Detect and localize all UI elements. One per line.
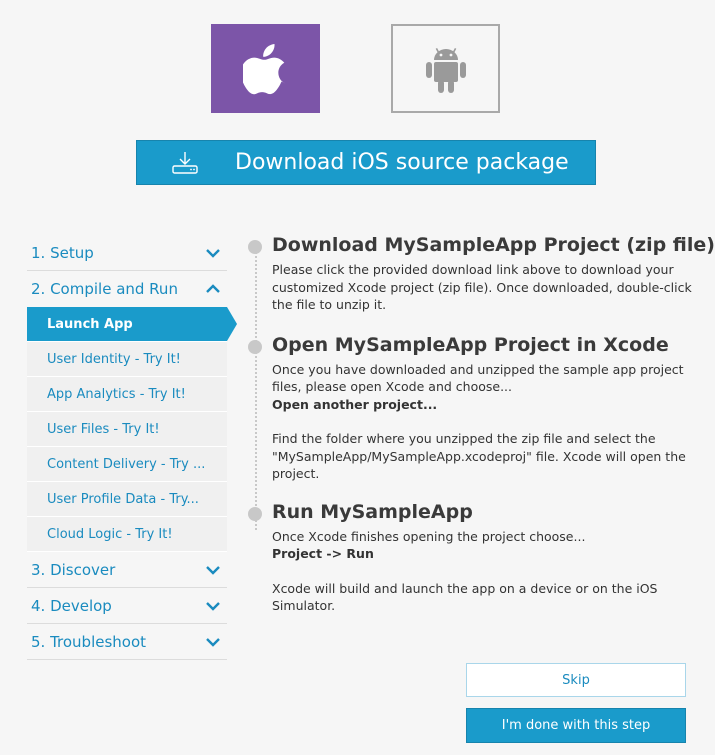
nav-section-compile-run[interactable]: 2. Compile and Run [27, 271, 227, 307]
nav-section-label: 5. Troubleshoot [31, 632, 147, 651]
nav-section-troubleshoot[interactable]: 5. Troubleshoot [27, 624, 227, 660]
chevron-down-icon [206, 601, 220, 611]
skip-button[interactable]: Skip [466, 663, 686, 697]
chevron-down-icon [206, 565, 220, 575]
sub-item-user-identity[interactable]: User Identity - Try It! [27, 342, 227, 377]
step-dot [248, 240, 262, 254]
step-text-line: Once you have downloaded and unzipped th… [272, 361, 684, 395]
step-command: Project -> Run [272, 546, 374, 561]
download-icon [172, 152, 198, 174]
sub-item-label: App Analytics - Try It! [47, 386, 186, 402]
download-label: Download iOS source package [235, 150, 569, 175]
nav-section-setup[interactable]: 1. Setup [27, 235, 227, 271]
android-icon [425, 47, 466, 93]
step-dot [248, 506, 262, 521]
step-title: Run MySampleApp [272, 500, 473, 523]
sub-item-label: User Identity - Try It! [47, 351, 181, 367]
nav-section-develop[interactable]: 4. Develop [27, 588, 227, 624]
step-text: Xcode will build and launch the app on a… [272, 580, 658, 614]
step-title: Download MySampleApp Project (zip file) [272, 234, 715, 256]
step-text-line: Once Xcode finishes opening the project … [272, 528, 586, 544]
step-run: Run MySampleApp Once Xcode finishes open… [248, 499, 708, 615]
step-text: Once Xcode finishes opening the project … [272, 528, 708, 563]
sub-item-label: Cloud Logic - Try It! [47, 526, 173, 542]
nav-section-discover[interactable]: 3. Discover [27, 552, 227, 588]
sub-item-content-delivery[interactable]: Content Delivery - Try ... [27, 447, 227, 482]
step-title: Open MySampleApp Project in Xcode [272, 333, 669, 356]
sub-item-app-analytics[interactable]: App Analytics - Try It! [27, 377, 227, 412]
nav-section-label: 4. Develop [31, 596, 112, 615]
sidebar-nav: 1. Setup 2. Compile and Run Launch App U… [27, 235, 237, 660]
apple-icon [242, 43, 285, 94]
sub-item-label: User Files - Try It! [47, 421, 160, 437]
nav-section-label: 1. Setup [31, 243, 94, 262]
step-list: Download MySampleApp Project (zip file) … [248, 232, 715, 627]
sub-item-label: Launch App [47, 316, 133, 332]
step-open-project: Open MySampleApp Project in Xcode Once y… [248, 332, 708, 483]
sub-item-label: User Profile Data - Try... [47, 491, 199, 507]
sub-item-list: Launch App User Identity - Try It! App A… [27, 307, 237, 552]
step-command: Open another project... [272, 396, 438, 412]
step-download: Download MySampleApp Project (zip file) … [248, 232, 715, 314]
step-text: Please click the provided download link … [272, 262, 692, 312]
sub-item-user-profile-data[interactable]: User Profile Data - Try... [27, 482, 227, 517]
chevron-up-icon [206, 284, 220, 293]
done-button[interactable]: I'm done with this step [466, 708, 686, 743]
nav-section-label: 2. Compile and Run [31, 280, 178, 298]
step-text: Once you have downloaded and unzipped th… [272, 361, 708, 414]
step-dot [248, 339, 262, 354]
nav-section-label: 3. Discover [31, 560, 116, 579]
ios-platform-tile[interactable] [211, 24, 320, 113]
sub-item-cloud-logic[interactable]: Cloud Logic - Try It! [27, 517, 227, 552]
step-text: Find the folder where you unzipped the z… [272, 431, 686, 481]
download-source-button[interactable]: Download iOS source package [136, 140, 596, 185]
chevron-down-icon [206, 637, 220, 647]
sub-item-launch-app[interactable]: Launch App [27, 307, 237, 342]
sub-item-user-files[interactable]: User Files - Try It! [27, 412, 227, 447]
sub-item-label: Content Delivery - Try ... [47, 456, 206, 472]
chevron-down-icon [206, 248, 220, 258]
android-platform-tile[interactable] [391, 24, 500, 113]
